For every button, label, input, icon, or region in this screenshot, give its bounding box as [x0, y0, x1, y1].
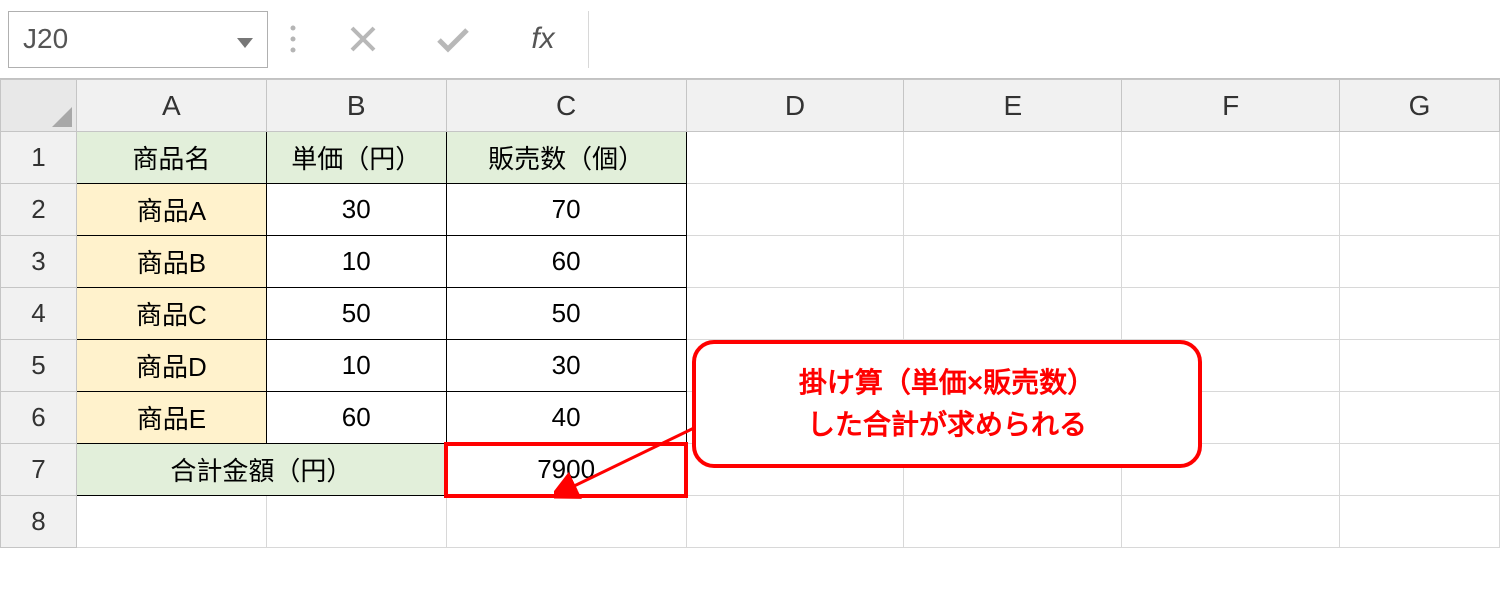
cell-C4[interactable]: 50: [446, 288, 686, 340]
cell-C8[interactable]: [446, 496, 686, 548]
row-header-6[interactable]: 6: [1, 392, 77, 444]
callout-line1: 掛け算（単価×販売数）: [722, 362, 1172, 404]
cell-F4[interactable]: [1122, 288, 1340, 340]
cell-B3[interactable]: 10: [266, 236, 446, 288]
cell-G7[interactable]: [1340, 444, 1500, 496]
cell-F8[interactable]: [1122, 496, 1340, 548]
cell-B2[interactable]: 30: [266, 184, 446, 236]
callout-bubble: 掛け算（単価×販売数） した合計が求められる: [692, 340, 1202, 468]
cell-A3[interactable]: 商品B: [76, 236, 266, 288]
formula-bar-separator: [268, 24, 318, 54]
cell-C1[interactable]: 販売数（個）: [446, 132, 686, 184]
cell-D8[interactable]: [686, 496, 904, 548]
select-all-corner[interactable]: [1, 80, 77, 132]
cell-C2[interactable]: 70: [446, 184, 686, 236]
row-header-2[interactable]: 2: [1, 184, 77, 236]
cell-A6[interactable]: 商品E: [76, 392, 266, 444]
cell-B4[interactable]: 50: [266, 288, 446, 340]
col-header-F[interactable]: F: [1122, 80, 1340, 132]
cell-G1[interactable]: [1340, 132, 1500, 184]
col-header-E[interactable]: E: [904, 80, 1122, 132]
row-header-7[interactable]: 7: [1, 444, 77, 496]
enter-icon[interactable]: [408, 11, 498, 68]
cell-G6[interactable]: [1340, 392, 1500, 444]
fx-icon[interactable]: fx: [498, 22, 588, 56]
cell-G8[interactable]: [1340, 496, 1500, 548]
cell-F1[interactable]: [1122, 132, 1340, 184]
row-header-4[interactable]: 4: [1, 288, 77, 340]
col-header-B[interactable]: B: [266, 80, 446, 132]
cell-F2[interactable]: [1122, 184, 1340, 236]
col-header-C[interactable]: C: [446, 80, 686, 132]
cell-D3[interactable]: [686, 236, 904, 288]
cell-A4[interactable]: 商品C: [76, 288, 266, 340]
cell-A7B7-merged[interactable]: 合計金額（円）: [76, 444, 446, 496]
formula-input[interactable]: [588, 11, 1496, 68]
cell-G3[interactable]: [1340, 236, 1500, 288]
cell-B5[interactable]: 10: [266, 340, 446, 392]
cell-A2[interactable]: 商品A: [76, 184, 266, 236]
cell-G5[interactable]: [1340, 340, 1500, 392]
cell-D4[interactable]: [686, 288, 904, 340]
cell-C3[interactable]: 60: [446, 236, 686, 288]
row-header-5[interactable]: 5: [1, 340, 77, 392]
name-box-dropdown-icon[interactable]: [237, 23, 253, 55]
cell-E2[interactable]: [904, 184, 1122, 236]
callout-line2: した合計が求められる: [722, 404, 1172, 446]
formula-bar: J20 fx: [0, 0, 1500, 78]
cell-A5[interactable]: 商品D: [76, 340, 266, 392]
name-box-value: J20: [23, 23, 68, 55]
cell-D1[interactable]: [686, 132, 904, 184]
col-header-A[interactable]: A: [76, 80, 266, 132]
cell-G2[interactable]: [1340, 184, 1500, 236]
spreadsheet-grid: A B C D E F G 1 商品名 単価（円） 販売数（個） 2 商品A 3…: [0, 78, 1500, 548]
cell-B6[interactable]: 60: [266, 392, 446, 444]
cell-A1[interactable]: 商品名: [76, 132, 266, 184]
cell-E1[interactable]: [904, 132, 1122, 184]
cell-C5[interactable]: 30: [446, 340, 686, 392]
cell-E3[interactable]: [904, 236, 1122, 288]
cell-C6[interactable]: 40: [446, 392, 686, 444]
row-header-1[interactable]: 1: [1, 132, 77, 184]
row-header-8[interactable]: 8: [1, 496, 77, 548]
cancel-icon[interactable]: [318, 11, 408, 68]
cell-B8[interactable]: [266, 496, 446, 548]
cell-G4[interactable]: [1340, 288, 1500, 340]
cell-E4[interactable]: [904, 288, 1122, 340]
cell-D2[interactable]: [686, 184, 904, 236]
cell-A8[interactable]: [76, 496, 266, 548]
cell-B1[interactable]: 単価（円）: [266, 132, 446, 184]
col-header-G[interactable]: G: [1340, 80, 1500, 132]
col-header-D[interactable]: D: [686, 80, 904, 132]
cell-E8[interactable]: [904, 496, 1122, 548]
cell-F3[interactable]: [1122, 236, 1340, 288]
cell-C7[interactable]: 7900: [446, 444, 686, 496]
row-header-3[interactable]: 3: [1, 236, 77, 288]
name-box[interactable]: J20: [8, 11, 268, 68]
